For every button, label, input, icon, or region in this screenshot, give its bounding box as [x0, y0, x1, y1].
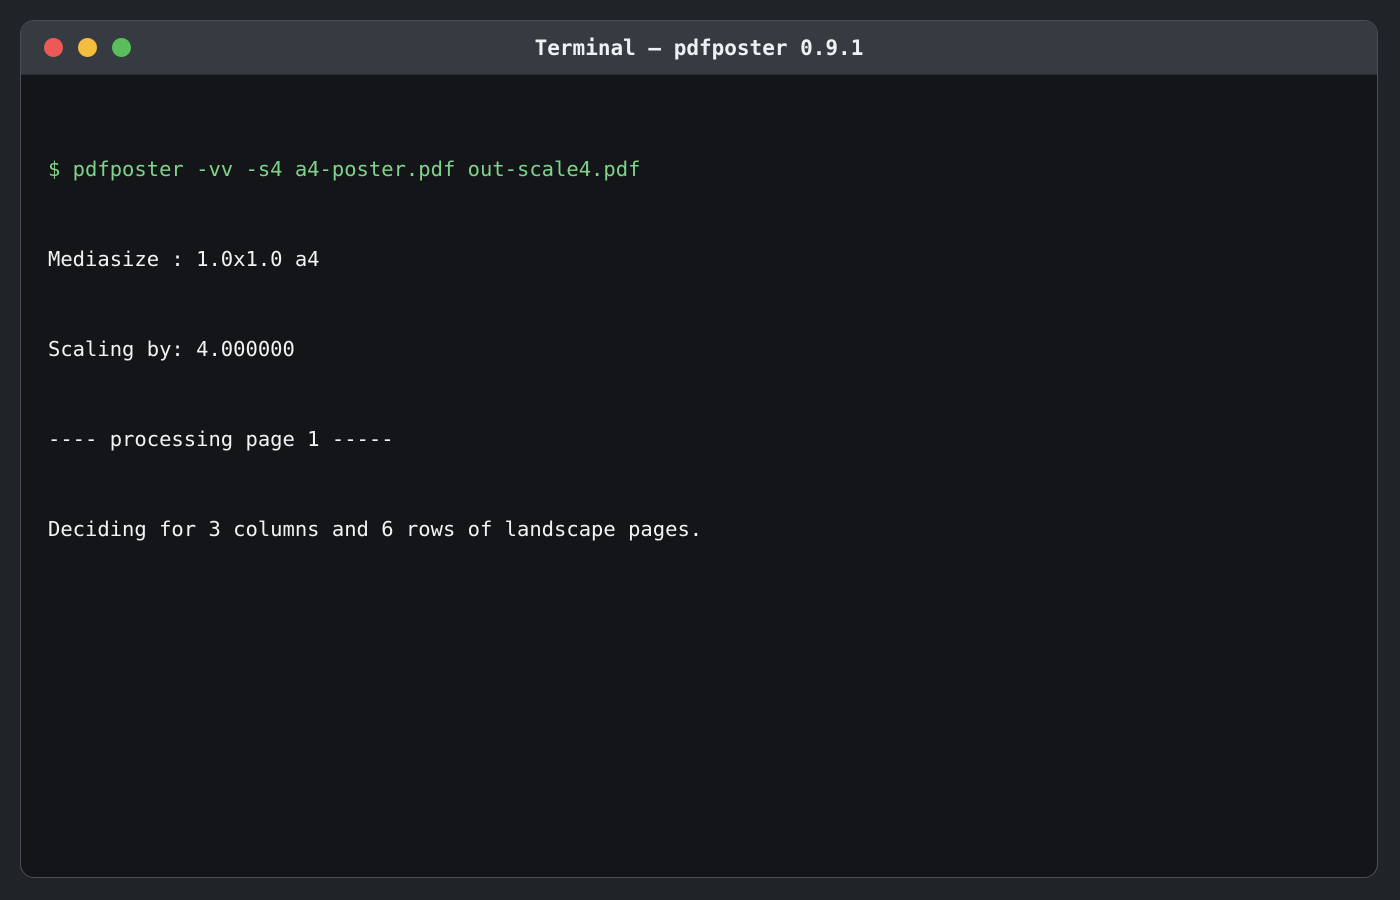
output-line-processing: ---- processing page 1 ----- — [48, 427, 394, 451]
output-line-scaling: Scaling by: 4.000000 — [48, 337, 295, 361]
window-title: Terminal — pdfposter 0.9.1 — [534, 36, 864, 60]
title-bar[interactable]: Terminal — pdfposter 0.9.1 — [21, 21, 1377, 75]
output-line-deciding: Deciding for 3 columns and 6 rows of lan… — [48, 517, 703, 541]
terminal-window: Terminal — pdfposter 0.9.1 $ pdfposter -… — [20, 20, 1378, 878]
command-line: $ pdfposter -vv -s4 a4-poster.pdf out-sc… — [48, 157, 641, 181]
terminal-output[interactable]: $ pdfposter -vv -s4 a4-poster.pdf out-sc… — [48, 94, 1357, 857]
output-line-mediasize: Mediasize : 1.0x1.0 a4 — [48, 247, 320, 271]
